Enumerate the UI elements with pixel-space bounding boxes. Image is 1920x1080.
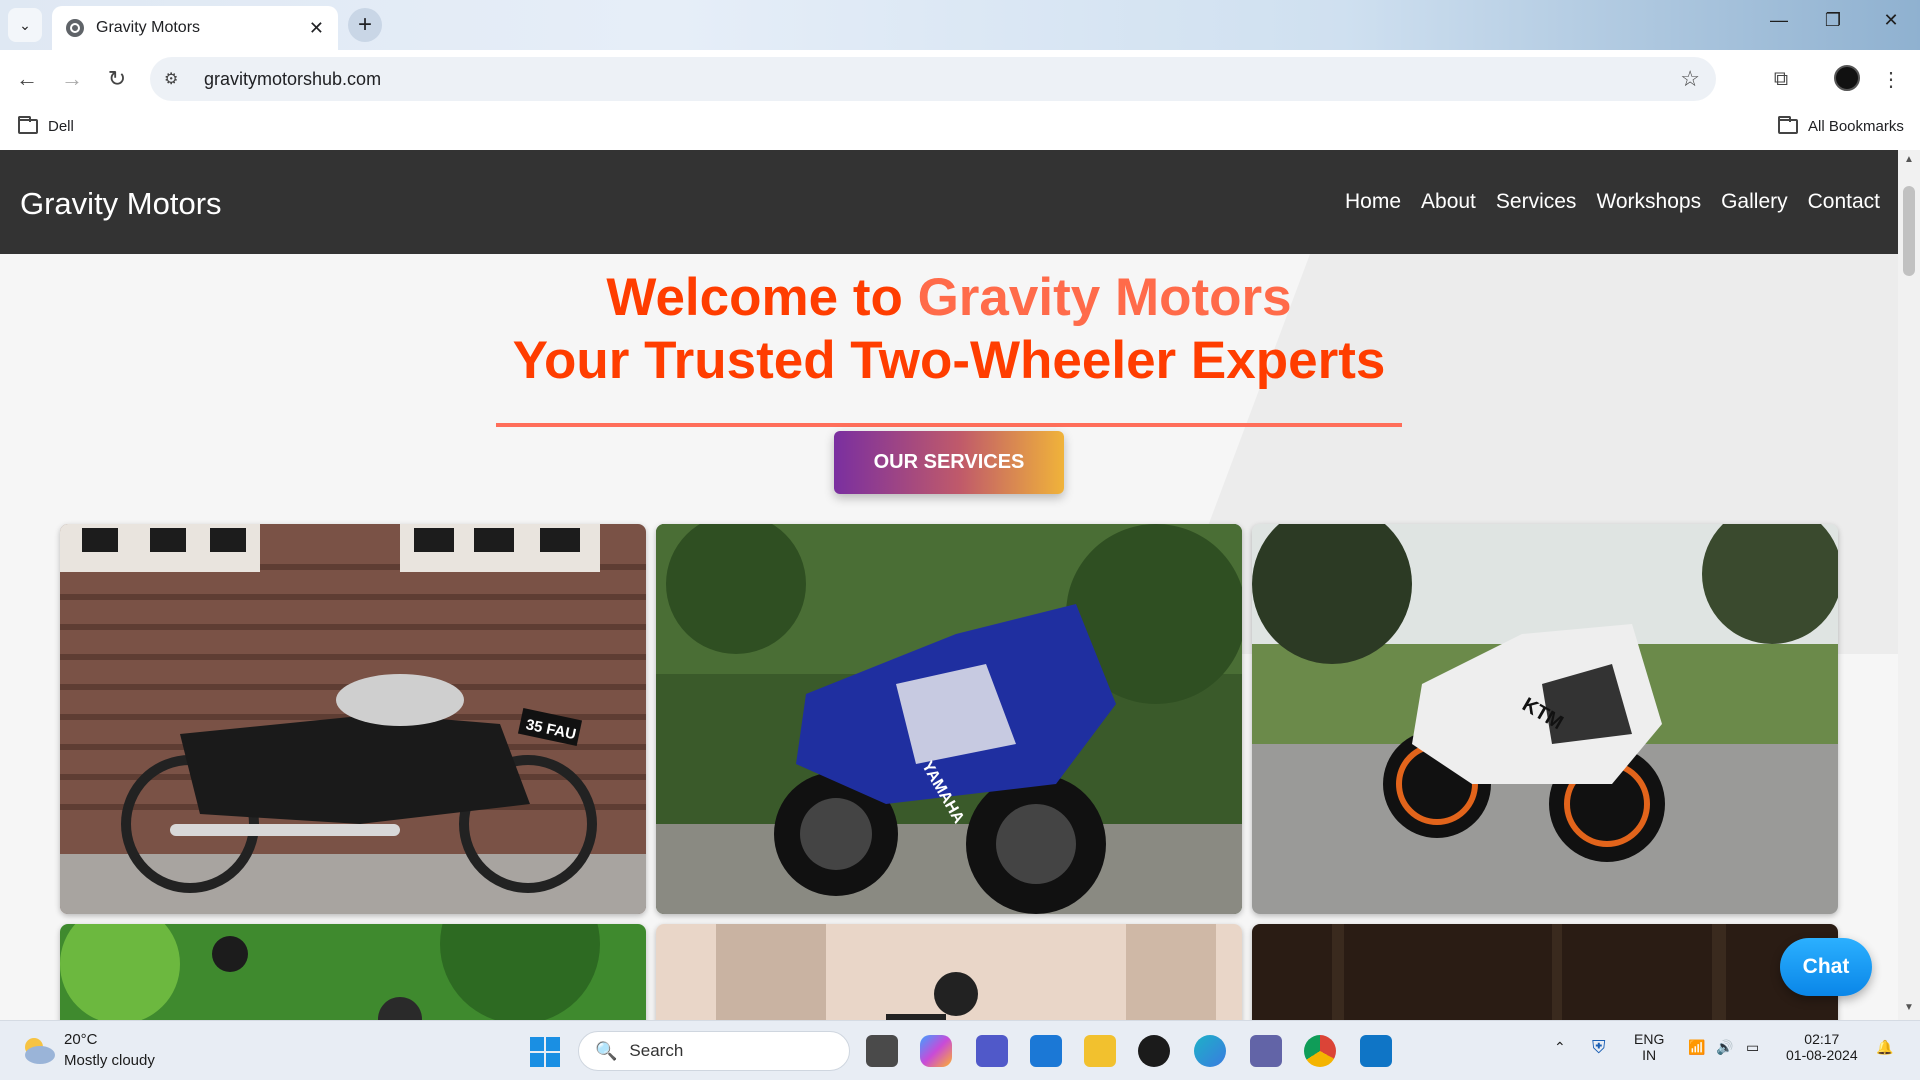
profile-avatar[interactable] xyxy=(1834,65,1860,91)
bookmark-folder-dell[interactable]: Dell xyxy=(18,116,74,135)
taskbar-search-label: Search xyxy=(629,1041,684,1060)
mail-icon[interactable] xyxy=(1030,1035,1062,1067)
greenery-motorcycle-image xyxy=(60,924,646,1020)
bookmark-star-icon[interactable]: ☆ xyxy=(1680,66,1700,92)
show-hidden-icons-icon[interactable]: ⌃ xyxy=(1554,1039,1566,1056)
headline-accent: Gravity Motors xyxy=(917,268,1292,327)
window-close-icon[interactable]: ✕ xyxy=(1876,10,1906,31)
scroll-up-arrow-icon[interactable]: ▲ xyxy=(1904,154,1914,165)
scroll-down-arrow-icon[interactable]: ▼ xyxy=(1904,1002,1914,1013)
tab-search-dropdown-icon[interactable]: ⌄ xyxy=(8,8,42,42)
blue-sportbike-image: YAMAHA xyxy=(656,524,1242,914)
chrome-icon[interactable] xyxy=(1304,1035,1336,1067)
hero-headline-line2: Your Trusted Two-Wheeler Experts xyxy=(512,331,1386,390)
chat-button[interactable]: Chat xyxy=(1780,938,1872,996)
file-explorer-icon[interactable] xyxy=(1084,1035,1116,1067)
nav-contact[interactable]: Contact xyxy=(1808,190,1880,214)
bookmark-label: Dell xyxy=(48,118,74,135)
weather-temperature[interactable]: 20°C xyxy=(64,1031,98,1048)
gallery-image-greenery[interactable] xyxy=(60,924,646,1020)
weather-description[interactable]: Mostly cloudy xyxy=(64,1052,155,1069)
hero-headline-line1: Welcome to Gravity Motors xyxy=(0,267,1898,328)
clock-time: 02:17 xyxy=(1804,1031,1840,1047)
url-text[interactable]: gravitymotorshub.com xyxy=(204,69,1680,90)
vscode-icon[interactable] xyxy=(1360,1035,1392,1067)
menu-dots-icon[interactable]: ⋮ xyxy=(1874,62,1908,96)
weather-cloud-icon[interactable] xyxy=(20,1035,56,1065)
address-bar[interactable]: ⚙ gravitymotorshub.com ☆ xyxy=(150,57,1716,101)
windows-start-icon[interactable] xyxy=(530,1037,560,1067)
clock[interactable]: 02:17 01-08-2024 xyxy=(1786,1031,1858,1063)
language-code: ENG xyxy=(1634,1031,1665,1047)
gallery-image-blue-sportbike[interactable]: YAMAHA xyxy=(656,524,1242,914)
globe-icon xyxy=(66,19,84,37)
bookmark-label: All Bookmarks xyxy=(1808,118,1904,135)
nav-about[interactable]: About xyxy=(1421,190,1476,214)
site-brand[interactable]: Gravity Motors xyxy=(20,186,222,222)
our-services-button[interactable]: OUR SERVICES xyxy=(834,431,1064,494)
minimize-icon[interactable]: — xyxy=(1764,10,1794,31)
security-shield-icon[interactable]: ⛨ xyxy=(1592,1037,1606,1058)
teams-new-icon[interactable] xyxy=(1250,1035,1282,1067)
windows-taskbar: 20°C Mostly cloudy 🔍 Search ⌃ ⛨ ENG IN 📶… xyxy=(0,1020,1920,1080)
headline-prefix: Welcome to xyxy=(606,268,918,327)
hero-divider xyxy=(496,423,1402,427)
gallery-image-dark[interactable] xyxy=(1252,924,1838,1020)
gallery-image-ktm-sportbike[interactable]: KTM xyxy=(1252,524,1838,914)
nav-services[interactable]: Services xyxy=(1496,190,1577,214)
folder-icon xyxy=(1778,116,1798,134)
nav-workshops[interactable]: Workshops xyxy=(1596,190,1701,214)
vintage-motorcycle-image: 35 FAU xyxy=(60,524,646,914)
browser-tab[interactable]: Gravity Motors ✕ xyxy=(52,6,338,50)
gallery-image-vintage-motorcycle[interactable]: 35 FAU xyxy=(60,524,646,914)
site-navbar: Gravity Motors Home About Services Works… xyxy=(0,150,1898,254)
restore-icon[interactable]: ❐ xyxy=(1818,10,1848,31)
gallery-image-city[interactable] xyxy=(656,924,1242,1020)
site-info-icon[interactable]: ⚙ xyxy=(164,69,186,89)
clock-date: 01-08-2024 xyxy=(1786,1047,1858,1063)
scrollbar-thumb[interactable] xyxy=(1903,186,1915,276)
copilot-icon[interactable] xyxy=(920,1035,952,1067)
dark-scene-image xyxy=(1252,924,1838,1020)
region-code: IN xyxy=(1642,1047,1657,1063)
wifi-icon[interactable]: 📶 xyxy=(1688,1039,1705,1056)
volume-icon[interactable]: 🔊 xyxy=(1716,1039,1733,1056)
web-page: Gravity Motors Home About Services Works… xyxy=(0,150,1898,1020)
bookmarks-bar: Dell All Bookmarks xyxy=(0,108,1920,150)
page-scrollbar[interactable]: ▲ ▼ xyxy=(1898,150,1920,1020)
tab-title: Gravity Motors xyxy=(96,19,201,36)
ktm-sportbike-image: KTM xyxy=(1252,524,1838,914)
all-bookmarks-folder[interactable]: All Bookmarks xyxy=(1778,116,1904,135)
search-icon: 🔍 xyxy=(595,1040,618,1061)
edge-icon[interactable] xyxy=(1194,1035,1226,1067)
forward-arrow-icon[interactable]: → xyxy=(55,62,89,96)
battery-icon[interactable]: ▭ xyxy=(1746,1039,1759,1056)
back-arrow-icon[interactable]: ← xyxy=(10,62,44,96)
city-motorcycle-image xyxy=(656,924,1242,1020)
browser-tab-bar: ⌄ Gravity Motors ✕ + — ❐ ✕ xyxy=(0,0,1920,50)
nav-home[interactable]: Home xyxy=(1345,190,1401,214)
folder-icon xyxy=(18,116,38,134)
new-tab-button[interactable]: + xyxy=(348,8,382,42)
extensions-icon[interactable]: ⧉ xyxy=(1764,62,1798,96)
nav-links: Home About Services Workshops Gallery Co… xyxy=(1345,190,1880,214)
tab-close-icon[interactable]: ✕ xyxy=(309,18,324,39)
nav-gallery[interactable]: Gallery xyxy=(1721,190,1788,214)
browser-toolbar: ← → ↻ ⚙ gravitymotorshub.com ☆ ⧉ ⋮ xyxy=(0,50,1920,108)
dell-icon[interactable] xyxy=(1138,1035,1170,1067)
reload-icon[interactable]: ↻ xyxy=(100,62,134,96)
teams-icon[interactable] xyxy=(976,1035,1008,1067)
task-view-icon[interactable] xyxy=(866,1035,898,1067)
taskbar-search-box[interactable]: 🔍 Search xyxy=(578,1031,850,1071)
language-indicator[interactable]: ENG IN xyxy=(1634,1031,1664,1063)
notification-bell-icon[interactable]: 🔔 xyxy=(1876,1039,1893,1056)
